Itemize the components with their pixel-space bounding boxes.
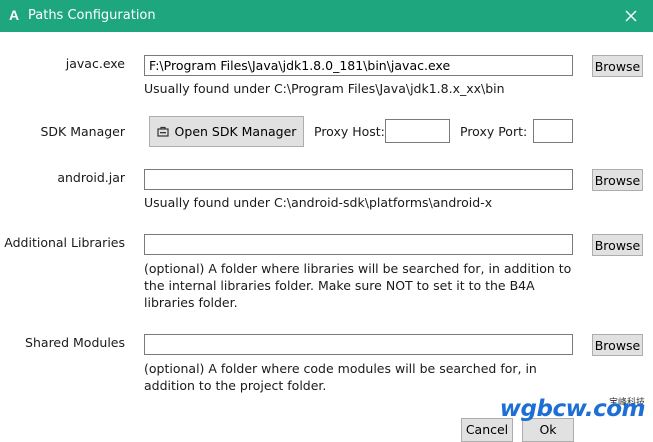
- javac-label: javac.exe: [65, 56, 125, 71]
- javac-hint: Usually found under C:\Program Files\Jav…: [144, 81, 505, 96]
- additional-libraries-label: Additional Libraries: [4, 235, 125, 250]
- javac-path-input[interactable]: [144, 55, 573, 76]
- proxy-host-input[interactable]: [385, 119, 450, 143]
- proxy-port-input[interactable]: [533, 119, 573, 143]
- close-button[interactable]: [609, 0, 653, 32]
- additional-libraries-hint: (optional) A folder where libraries will…: [144, 261, 572, 310]
- watermark-logo: wgbcw.com: [499, 396, 646, 422]
- additional-libraries-input[interactable]: [144, 234, 573, 255]
- close-icon: [625, 10, 637, 22]
- shared-modules-browse-button[interactable]: Browse: [592, 334, 643, 356]
- app-icon: A: [9, 7, 20, 23]
- proxy-port-label: Proxy Port:: [460, 124, 528, 139]
- javac-browse-button[interactable]: Browse: [592, 55, 643, 77]
- shared-modules-label: Shared Modules: [25, 335, 125, 350]
- title-bar: A Paths Configuration: [0, 0, 653, 32]
- android-jar-browse-button[interactable]: Browse: [592, 169, 643, 191]
- sdk-manager-label: SDK Manager: [40, 124, 125, 139]
- open-sdk-manager-label: Open SDK Manager: [174, 124, 297, 139]
- additional-libraries-browse-button[interactable]: Browse: [592, 234, 643, 256]
- shared-modules-hint: (optional) A folder where code modules w…: [144, 361, 537, 393]
- android-jar-label: android.jar: [57, 170, 125, 185]
- android-jar-input[interactable]: [144, 169, 573, 190]
- shared-modules-input[interactable]: [144, 334, 573, 355]
- sdk-manager-icon: [156, 126, 169, 137]
- open-sdk-manager-button[interactable]: Open SDK Manager: [149, 116, 304, 147]
- android-jar-hint: Usually found under C:\android-sdk\platf…: [144, 195, 493, 210]
- window-title: Paths Configuration: [28, 8, 156, 23]
- proxy-host-label: Proxy Host:: [314, 124, 385, 139]
